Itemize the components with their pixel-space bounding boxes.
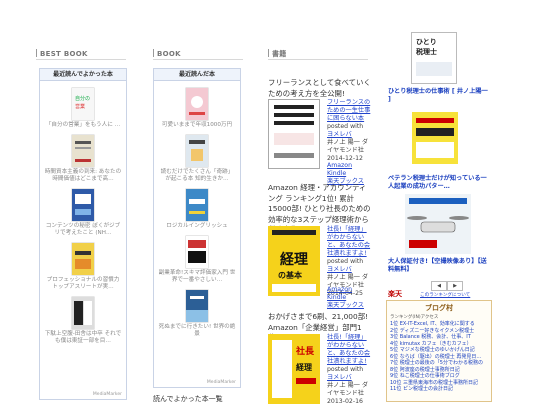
recent-books-widget: 最近読んだ本 可愛いままで年収1000万円 読むだけでたくさん「奇跡」が起こる本…	[153, 68, 241, 388]
book-item[interactable]: ロジカルイングリッシュ	[154, 189, 240, 230]
best-book-heading-text: BEST BOOK	[40, 50, 88, 58]
yomereba-link[interactable]: ヨメレバ	[327, 266, 352, 273]
ranking-item[interactable]: 7位 税理士の最後の「5分でわかる税務の	[390, 360, 488, 367]
book-cover[interactable]	[72, 297, 94, 329]
widget-title: 最近読んだ本	[154, 69, 240, 81]
drone-product-image[interactable]	[405, 194, 471, 254]
book-cover[interactable]	[268, 99, 320, 169]
book-item[interactable]: 死ぬまでに行きたい! 世界の絶景	[154, 290, 240, 338]
divider	[36, 59, 126, 60]
book-item[interactable]: 副業革命!スキマ評価家入門 世界で一番やさしい…	[154, 236, 240, 284]
svg-text:自分の: 自分の	[75, 95, 90, 102]
rakuten-logo[interactable]: 楽天	[388, 289, 402, 299]
author: 井ノ上 陽一	[327, 139, 360, 146]
book-cover[interactable]: ひとり 税理士	[411, 32, 457, 84]
post-intro: フリーランスとして食べていくための考え方を全公開!	[268, 78, 371, 98]
best-book-widget: 最近読んでよかった本 自分の 営業 「自分の営業」をもう人に … 時間資本主義の…	[39, 68, 127, 400]
ranking-item[interactable]: 11位 ピン税理士の会計日記	[390, 386, 488, 393]
book-cover[interactable]	[186, 88, 208, 120]
book-title[interactable]: 読むだけでたくさん「奇跡」が起こる本 知的生きか…	[161, 169, 234, 182]
book-title[interactable]: 死ぬまでに行きたい! 世界の絶景	[159, 324, 236, 337]
book-item[interactable]: コンテンツの秘密 ぼくがジブリで考えたこと (NH…	[40, 189, 126, 237]
author: 井ノ上 陽一	[327, 382, 360, 389]
sidebar-book-title[interactable]: ひとり税理士の仕事術 [ 井ノ上陽一 ]	[388, 88, 488, 104]
book-title[interactable]: コンテンツの秘密 ぼくがジブリで考えたこと (NH…	[46, 223, 121, 236]
book-title[interactable]: プロフェッショナルの習慣力 トップアスリートが実…	[47, 277, 120, 290]
posted-with: posted with	[327, 123, 364, 130]
book-item[interactable]: 読むだけでたくさん「奇跡」が起こる本 知的生きか…	[154, 135, 240, 183]
blogmura-list: 1位 EX-IT-Excel, IT、効率化に関する 2位 ディズニー好きなイク…	[387, 321, 491, 393]
widget-title: 最近読んでよかった本	[40, 69, 126, 81]
book-item[interactable]: 時間資本主義の到来: あなたの時間価値はどこまで高…	[40, 135, 126, 183]
book-heading: BOOK	[153, 49, 181, 58]
book-title[interactable]: 副業革命!スキマ評価家入門 世界で一番やさしい…	[159, 270, 236, 283]
date: 2014-12-12	[327, 155, 363, 162]
posted-with: posted with	[327, 366, 364, 373]
mediamarker-credit[interactable]: MediaMarker	[93, 392, 122, 397]
book-item[interactable]: 自分の 営業 「自分の営業」をもう人に …	[40, 88, 126, 129]
book-cover[interactable]	[72, 135, 94, 167]
svg-text:経理: 経理	[296, 362, 312, 372]
book-cover[interactable]: 経理 の基本	[268, 226, 320, 296]
divider	[268, 59, 368, 60]
svg-text:社長: 社長	[295, 345, 315, 357]
rakuten-books-link[interactable]: 楽天ブックス	[327, 302, 364, 309]
best-books-list-link[interactable]: 読んでよかった本一覧	[153, 394, 223, 404]
yomereba-link[interactable]: ヨメレバ	[327, 131, 352, 138]
ranking-about-link[interactable]: このランキングについて	[420, 292, 470, 298]
book-cover[interactable]	[186, 236, 208, 268]
svg-text:ひとり: ひとり	[416, 37, 437, 46]
ranking-item[interactable]: 1位 EX-IT-Excel, IT、効率化に関する	[390, 321, 488, 328]
best-book-heading: BEST BOOK	[36, 49, 88, 58]
book-cover[interactable]: 社長 経理	[268, 334, 320, 404]
book-link[interactable]: フリーランスのための一生仕事に困らない本	[327, 99, 370, 122]
yomereba-link[interactable]: ヨメレバ	[327, 374, 352, 381]
book-cover[interactable]	[186, 135, 208, 167]
books-heading-text: 書籍	[272, 50, 287, 58]
blogmura-widget: ブログ村 ランキング(IN)アクセス 1位 EX-IT-Excel, IT、効率…	[386, 300, 492, 402]
svg-text:の基本: の基本	[278, 270, 302, 280]
post-meta: 社長!「経理」がわからないと、あなたの会社潰れますよ! posted with …	[327, 334, 371, 406]
book-cover[interactable]	[72, 243, 94, 275]
book-title[interactable]: 可愛いままで年収1000万円	[162, 122, 232, 128]
blogmura-title[interactable]: ブログ村	[387, 303, 491, 313]
book-cover[interactable]	[72, 189, 94, 221]
sidebar-book-title[interactable]: ベテラン税理士だけが知っている一人起業の成功パター…	[388, 175, 488, 191]
amazon-kindle-link[interactable]: Amazon Kindle	[327, 162, 352, 177]
book-cover[interactable]: 自分の 営業	[72, 88, 94, 120]
blogmura-subtitle: ランキング(IN)アクセス	[390, 315, 439, 320]
book-title[interactable]: 時間資本主義の到来: あなたの時間価値はどこまで高…	[45, 169, 121, 182]
book-item[interactable]: 下駄上空腹-田舎は中卒 それでも僕は東証一部を目…	[40, 297, 126, 345]
sidebar-product-title[interactable]: 大人保証付き!【空撮映像あり】【送料無料】	[388, 258, 488, 274]
svg-text:経理: 経理	[280, 251, 308, 268]
book-cover[interactable]	[412, 112, 458, 164]
posted-with: posted with	[327, 258, 364, 265]
book-heading-text: BOOK	[157, 50, 181, 58]
book-link[interactable]: 社長!「経理」がわからないと、あなたの会社潰れますよ!	[327, 334, 370, 365]
book-title[interactable]: 下駄上空腹-田舎は中卒 それでも僕は東証一部を目…	[45, 331, 121, 344]
book-title[interactable]: ロジカルイングリッシュ	[166, 223, 228, 229]
books-heading: 書籍	[268, 49, 287, 59]
amazon-kindle-link[interactable]: Amazon Kindle	[327, 286, 352, 301]
svg-text:営業: 営業	[75, 103, 85, 110]
book-title[interactable]: 「自分の営業」をもう人に …	[46, 122, 120, 128]
book-cover[interactable]	[186, 290, 208, 322]
svg-text:税理士: 税理士	[416, 47, 437, 56]
next-button[interactable]: ▶	[447, 281, 463, 291]
book-item[interactable]: 可愛いままで年収1000万円	[154, 88, 240, 129]
mediamarker-credit[interactable]: MediaMarker	[207, 380, 236, 385]
book-link[interactable]: 社長!「経理」がわからないと、あなたの会社潰れますよ!	[327, 226, 370, 257]
post-meta: フリーランスのための一生仕事に困らない本 posted with ヨメレバ 井ノ…	[327, 99, 371, 163]
book-cover[interactable]	[186, 189, 208, 221]
divider	[153, 59, 243, 60]
book-item[interactable]: プロフェッショナルの習慣力 トップアスリートが実…	[40, 243, 126, 291]
author: 井ノ上 陽一	[327, 274, 360, 281]
prev-button[interactable]: ◀	[431, 281, 447, 291]
ranking-item[interactable]: 5位 マジメな税理士のゆいかげん日記	[390, 347, 488, 354]
store-links: Amazon Kindle 楽天ブックス	[327, 286, 371, 310]
